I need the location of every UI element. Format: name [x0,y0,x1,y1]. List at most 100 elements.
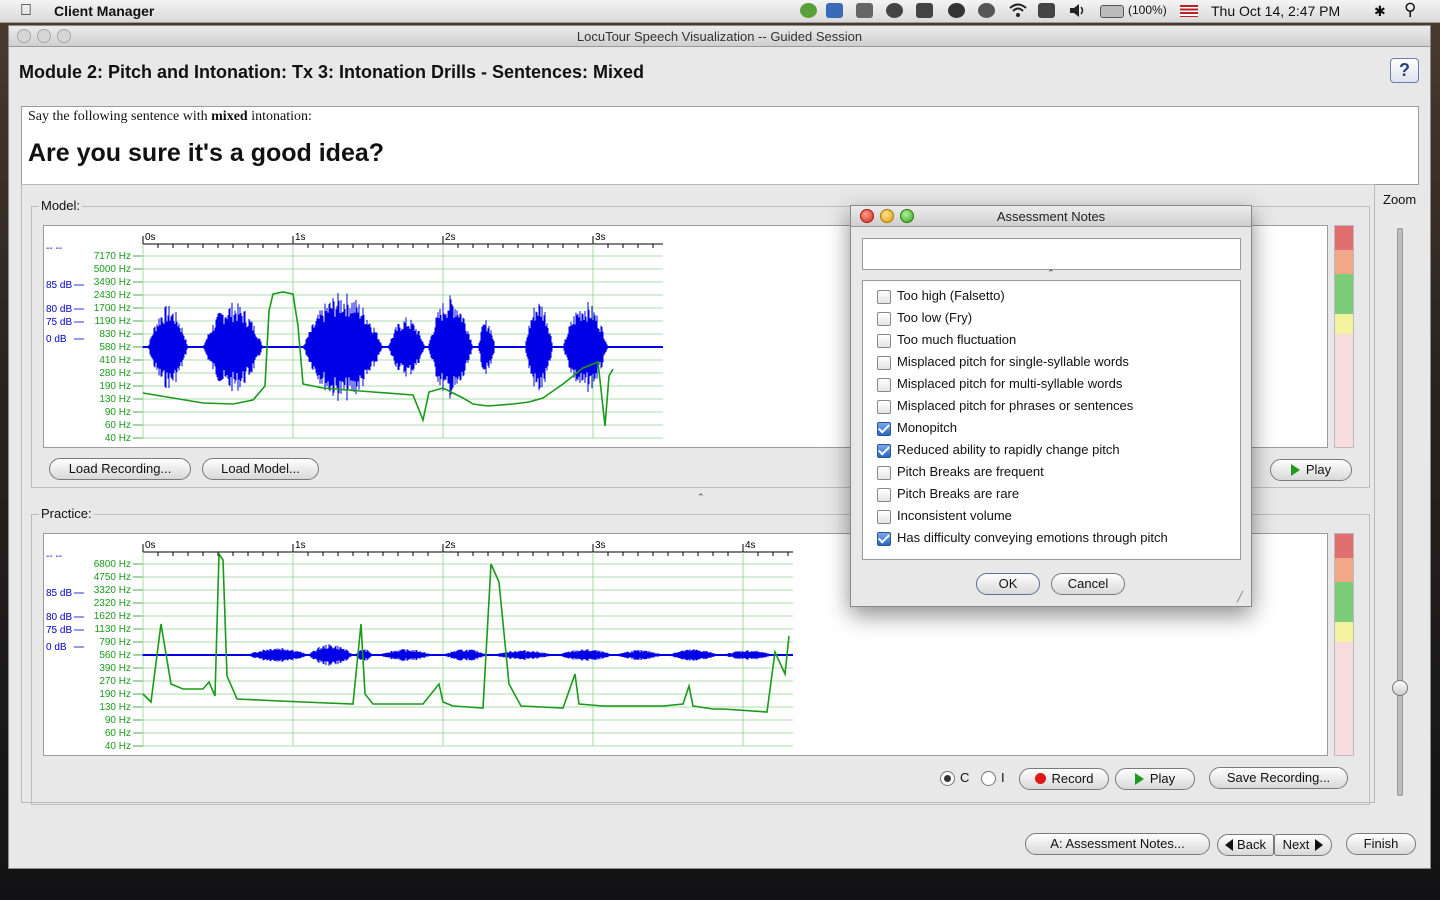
cancel-button[interactable]: Cancel [1051,573,1125,595]
module-title: Module 2: Pitch and Intonation: Tx 3: In… [19,62,645,82]
assessment-checkbox[interactable] [877,488,891,502]
help-button[interactable]: ? [1390,58,1419,83]
practice-label: Practice: [39,506,94,521]
assessment-checkbox[interactable] [877,356,891,370]
model-play-button[interactable]: Play [1270,459,1352,481]
assessment-checkbox[interactable] [877,334,891,348]
evernote-icon[interactable] [800,3,817,18]
hz-tick-label: 40 Hz [105,741,131,752]
assessment-item[interactable]: Too low (Fry) [877,309,1237,329]
next-arrow-icon [1315,839,1324,851]
db-tick-label: 0 dB [46,642,67,653]
menu-clock[interactable]: Thu Oct 14, 2:47 PM [1211,3,1340,19]
display-icon[interactable] [1038,3,1055,18]
assessment-item[interactable]: Too much fluctuation [877,331,1237,351]
hz-tick-label: 1700 Hz [94,303,131,314]
zoom-slider-knob[interactable] [1392,680,1408,696]
dialog-title: Assessment Notes [996,209,1106,224]
db-tick-label: 80 dB [46,304,72,315]
next-button[interactable]: Next [1274,834,1332,856]
load-recording-button[interactable]: Load Recording... [49,458,191,480]
load-model-button[interactable]: Load Model... [202,458,319,480]
hz-tick-label: 190 Hz [99,381,131,392]
ok-button[interactable]: OK [976,573,1040,595]
time-tick-label: 0s [145,232,156,243]
hz-tick-label: 1190 Hz [94,316,131,327]
radio-correct[interactable] [940,771,955,786]
time-tick-label: 1s [295,540,306,551]
accessibility-icon[interactable] [948,3,965,18]
assessment-item-label: Has difficulty conveying emotions throug… [897,530,1168,545]
volume-icon[interactable] [1068,3,1085,18]
time-tick-label: 3s [595,232,606,243]
practice-level-meter [1334,533,1354,756]
assessment-item[interactable]: Pitch Breaks are rare [877,485,1237,505]
hz-tick-label: 1620 Hz [94,611,131,622]
app-menu-name[interactable]: Client Manager [54,3,154,19]
flag-input-icon[interactable] [1180,5,1198,17]
tools-icon[interactable] [856,3,873,18]
assessment-checkbox[interactable] [877,510,891,524]
assessment-item[interactable]: Too high (Falsetto) [877,287,1237,307]
assessment-item-label: Too low (Fry) [897,310,973,325]
assessment-checkbox[interactable] [877,466,891,480]
hz-tick-label: 410 Hz [99,355,131,366]
spotlight-search-icon[interactable]: ⚲ [1404,0,1416,20]
assessment-checkbox[interactable] [877,532,891,546]
resize-grip-icon[interactable]: ╱ [1237,592,1243,603]
assessment-checkbox[interactable] [877,312,891,326]
assessment-checkbox[interactable] [877,400,891,414]
back-arrow-icon [1225,839,1234,851]
hz-tick-label: 60 Hz [105,728,131,739]
assessment-item[interactable]: Inconsistent volume [877,507,1237,527]
assessment-item-label: Misplaced pitch for phrases or sentences [897,398,1134,413]
dialog-splitter-icon[interactable]: ⌃ [1047,268,1055,279]
intonation-type: mixed [211,109,248,124]
bluetooth-icon[interactable]: ✱ [1374,3,1386,20]
assessment-checkbox[interactable] [877,378,891,392]
db-tick-label: 85 dB [46,280,72,291]
zoom-slider-track[interactable] [1397,228,1403,796]
hz-tick-label: 6800 Hz [94,559,131,570]
notes-text-field[interactable] [862,238,1241,270]
assessment-item[interactable]: Has difficulty conveying emotions throug… [877,529,1237,549]
spaces-icon[interactable] [916,3,933,18]
record-button[interactable]: Record [1019,768,1109,790]
hz-tick-label: 190 Hz [99,689,131,700]
menu-bar:  Client Manager (100%) Thu Oct 14, 2:47… [0,0,1440,23]
practice-play-button[interactable]: Play [1115,768,1195,790]
apple-menu-icon[interactable]:  [20,2,32,20]
save-recording-button[interactable]: Save Recording... [1209,767,1348,789]
status-dot-icon[interactable] [886,3,903,18]
assessment-notes-button[interactable]: A: Assessment Notes... [1025,833,1210,855]
time-tick-label: 2s [445,232,456,243]
splitter-handle-icon[interactable]: ⌃ [697,492,705,503]
wifi-icon[interactable] [1008,3,1027,18]
radio-incorrect-label: I [1001,770,1005,785]
hz-tick-label: 60 Hz [105,420,131,431]
hz-tick-label: 4750 Hz [94,572,131,583]
assessment-item[interactable]: Pitch Breaks are frequent [877,463,1237,483]
assessment-item-label: Inconsistent volume [897,508,1012,523]
assessment-item-label: Misplaced pitch for multi-syllable words [897,376,1123,391]
db-marker: -- -- [46,243,62,254]
assessment-item-label: Too much fluctuation [897,332,1017,347]
assessment-item[interactable]: Misplaced pitch for single-syllable word… [877,353,1237,373]
assessment-item[interactable]: Misplaced pitch for multi-syllable words [877,375,1237,395]
time-tick-label: 1s [295,232,306,243]
assessment-item[interactable]: Misplaced pitch for phrases or sentences [877,397,1237,417]
assessment-checkbox[interactable] [877,444,891,458]
dropbox-icon[interactable] [826,3,843,18]
radio-incorrect[interactable] [981,771,996,786]
assessment-checkbox[interactable] [877,422,891,436]
battery-icon[interactable] [1100,5,1124,18]
back-button[interactable]: Back [1217,834,1274,856]
target-sentence: Are you sure it's a good idea? [28,139,385,167]
assessment-item[interactable]: Monopitch [877,419,1237,439]
assessment-item-label: Too high (Falsetto) [897,288,1005,303]
finish-button[interactable]: Finish [1346,833,1416,855]
time-machine-icon[interactable] [978,3,995,18]
assessment-checkbox[interactable] [877,290,891,304]
assessment-item[interactable]: Reduced ability to rapidly change pitch [877,441,1237,461]
hz-tick-label: 3320 Hz [94,585,131,596]
